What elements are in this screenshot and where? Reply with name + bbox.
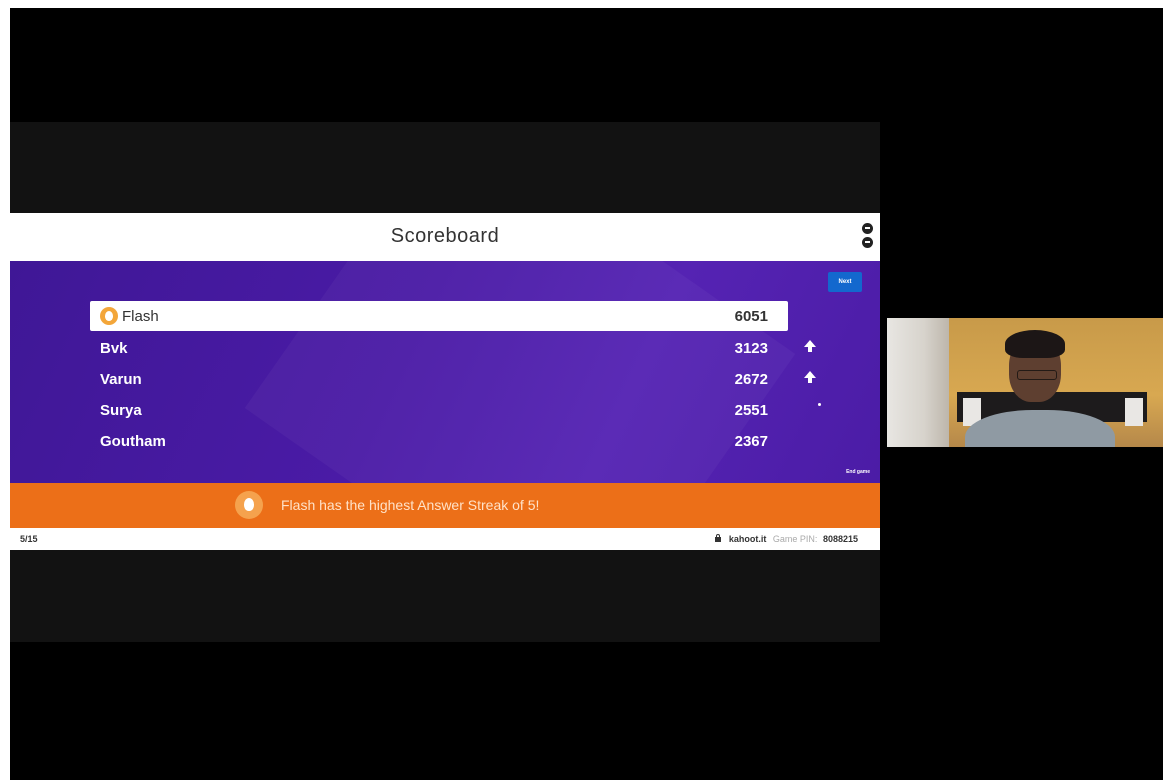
player-name: Varun [100, 371, 142, 388]
player-score: 3123 [734, 340, 768, 357]
scoreboard-row-surya: Surya 2551 [90, 395, 821, 425]
scoreboard-header: Scoreboard [10, 213, 880, 261]
player-name: Bvk [100, 340, 128, 357]
flame-icon [235, 491, 263, 519]
player-name: Surya [100, 402, 142, 419]
participant-hair [1005, 330, 1065, 358]
player-name: Flash [122, 308, 159, 325]
scoreboard-row-flash: Flash 6051 [90, 301, 788, 331]
scoreboard-panel: Next Flash 6051 Bvk 3123 Varun 2672 Sury… [10, 261, 880, 483]
video-curtain [887, 318, 949, 447]
flame-icon [100, 307, 118, 325]
scoreboard-row-bvk: Bvk 3123 [90, 333, 816, 363]
streak-text: Flash has the highest Answer Streak of 5… [281, 497, 540, 513]
player-name: Goutham [100, 433, 166, 450]
scoreboard-row-varun: Varun 2672 [90, 364, 816, 394]
participant-glasses [1017, 370, 1057, 380]
scoreboard-row-goutham: Goutham 2367 [90, 426, 788, 456]
arrow-up-icon [804, 340, 816, 352]
trend-dot-icon [818, 403, 821, 406]
minimize-icon[interactable] [861, 223, 873, 234]
player-score: 2551 [734, 402, 768, 419]
participant-video-tile[interactable] [887, 318, 1163, 447]
video-pillow [1125, 398, 1143, 426]
window-controls [860, 221, 874, 253]
arrow-up-icon [804, 371, 816, 383]
game-pin-label: Game PIN: [772, 534, 818, 544]
collapse-icon[interactable] [861, 237, 873, 248]
page-title: Scoreboard [390, 225, 500, 247]
game-pin-info: kahoot.it Game PIN: 8088215 [715, 534, 858, 544]
question-progress: 5/15 [20, 534, 38, 544]
streak-banner: Flash has the highest Answer Streak of 5… [10, 483, 880, 528]
lock-icon [715, 534, 722, 542]
player-score: 2367 [734, 433, 768, 450]
site-name: kahoot.it [728, 534, 767, 544]
game-footer: 5/15 kahoot.it Game PIN: 8088215 [10, 528, 880, 550]
game-pin-value: 8088215 [822, 534, 858, 544]
player-score: 2672 [734, 371, 768, 388]
next-button[interactable]: Next [828, 272, 862, 292]
player-score: 6051 [734, 308, 768, 325]
end-game-link[interactable]: End game [846, 469, 870, 475]
